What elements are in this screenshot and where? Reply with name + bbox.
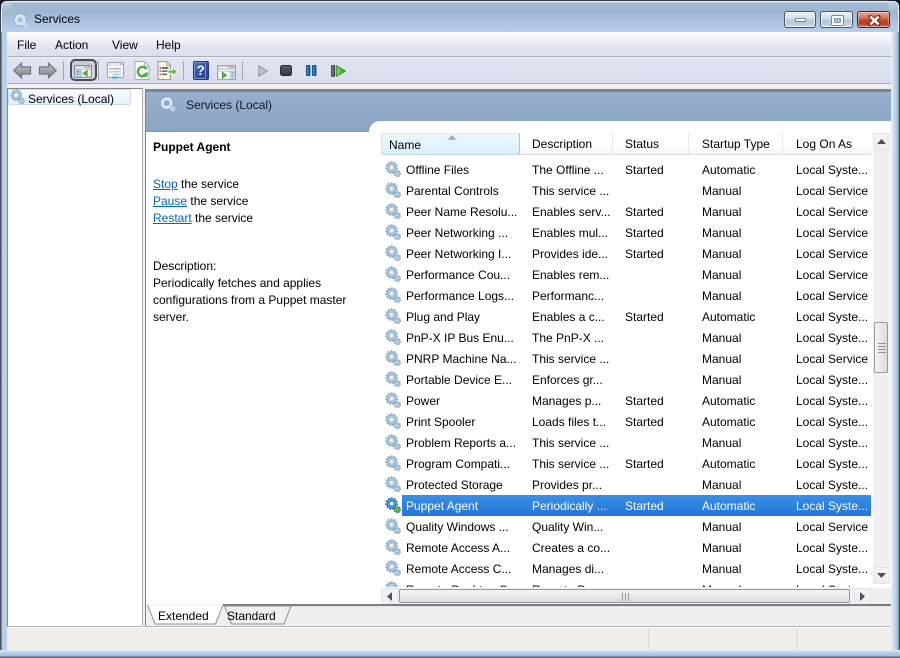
svg-text:?: ? — [196, 63, 204, 78]
